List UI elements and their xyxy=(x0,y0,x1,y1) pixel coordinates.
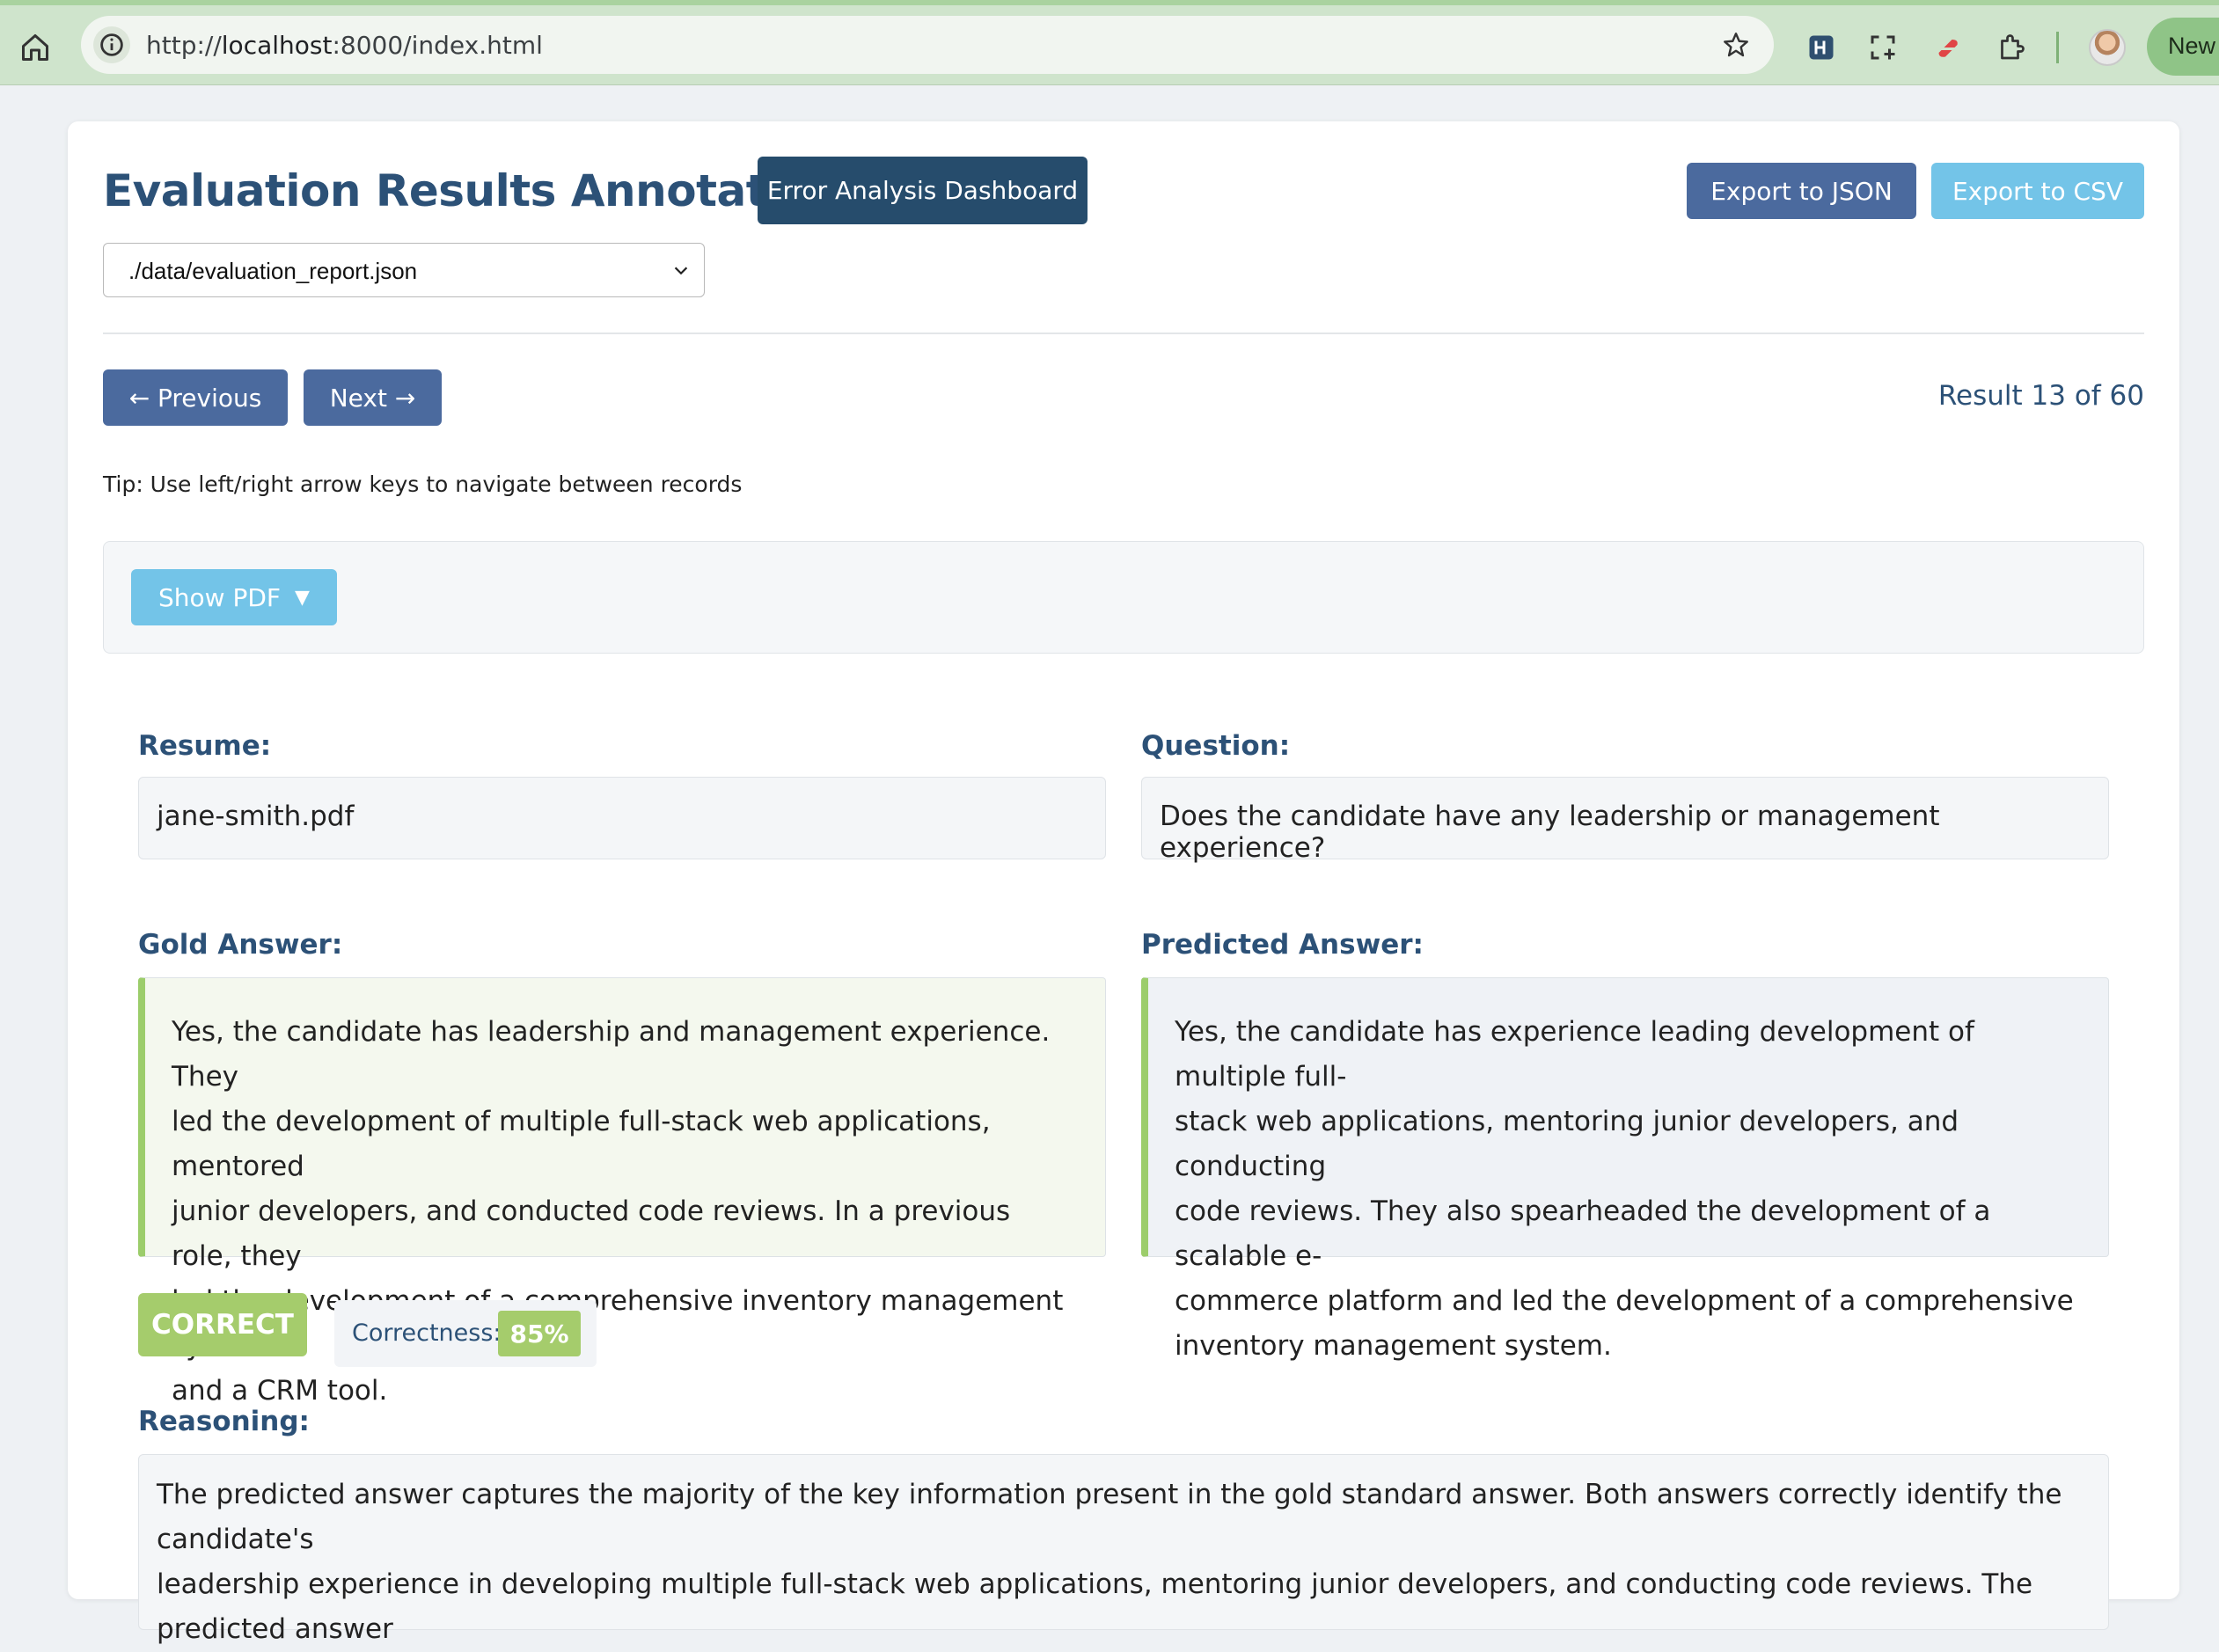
page-title: Evaluation Results Annotator xyxy=(103,165,818,216)
predicted-answer-box: Yes, the candidate has experience leadin… xyxy=(1141,977,2109,1362)
site-info-icon[interactable] xyxy=(93,26,130,63)
export-json-button[interactable]: Export to JSON xyxy=(1687,163,1916,219)
reasoning-line: leadership experience in developing mult… xyxy=(157,1568,2033,1645)
verdict-badge: CORRECT xyxy=(138,1293,307,1356)
file-select[interactable]: ./data/evaluation_report.json xyxy=(103,243,705,297)
extension-h-icon[interactable] xyxy=(1805,32,1837,63)
resume-value: jane-smith.pdf xyxy=(138,777,1106,859)
profile-avatar[interactable] xyxy=(2089,29,2126,66)
navigation-tip: Tip: Use left/right arrow keys to naviga… xyxy=(103,471,743,497)
gold-answer-box: Yes, the candidate has leadership and ma… xyxy=(138,977,1106,1407)
url-text: http://localhost:8000/index.html xyxy=(146,31,543,60)
new-tab-button[interactable]: New xyxy=(2147,18,2219,76)
reasoning-line: The predicted answer captures the majori… xyxy=(157,1479,2062,1555)
correctness-value: 85% xyxy=(498,1311,581,1356)
show-pdf-label: Show PDF xyxy=(158,582,282,612)
export-csv-button[interactable]: Export to CSV xyxy=(1931,163,2144,219)
show-pdf-button[interactable]: Show PDF ▼ xyxy=(131,569,337,625)
reasoning-label: Reasoning: xyxy=(138,1406,310,1437)
screenshot-add-icon[interactable] xyxy=(1867,32,1899,63)
gold-answer-line: led the development of a comprehensive i… xyxy=(172,1285,1064,1362)
previous-button[interactable]: ← Previous xyxy=(103,369,288,426)
next-button[interactable]: Next → xyxy=(304,369,442,426)
toolbar-separator xyxy=(2056,32,2059,63)
correctness-label: Correctness: xyxy=(352,1319,502,1347)
bookmark-star-icon[interactable] xyxy=(1721,30,1751,60)
gold-answer-line: led the development of multiple full-sta… xyxy=(172,1106,991,1182)
address-bar[interactable]: http://localhost:8000/index.html xyxy=(81,16,1774,74)
resume-label: Resume: xyxy=(138,730,272,762)
predicted-answer-line: code reviews. They also spearheaded the … xyxy=(1175,1195,1991,1272)
file-select-value: ./data/evaluation_report.json xyxy=(128,258,418,284)
predicted-answer-line: inventory management system. xyxy=(1175,1330,1612,1362)
predicted-answer-line: stack web applications, mentoring junior… xyxy=(1175,1106,1959,1182)
triangle-down-icon: ▼ xyxy=(295,586,310,609)
chevron-down-icon xyxy=(674,267,688,275)
question-value: Does the candidate have any leadership o… xyxy=(1141,777,2109,864)
annotator-card: Evaluation Results Annotator Error Analy… xyxy=(68,121,2179,1645)
correctness-score: Correctness: 85% xyxy=(334,1300,597,1367)
pdf-panel: Show PDF ▼ xyxy=(103,541,2144,654)
browser-toolbar: http://localhost:8000/index.html New xyxy=(0,0,2219,85)
predicted-answer-line: commerce platform and led the developmen… xyxy=(1175,1285,2074,1317)
question-label: Question: xyxy=(1141,730,1291,762)
extensions-puzzle-icon[interactable] xyxy=(1996,32,2027,63)
gold-answer-line: Yes, the candidate has leadership and ma… xyxy=(172,1016,1051,1093)
extension-red-icon[interactable] xyxy=(1932,32,1964,63)
predicted-answer-line: Yes, the candidate has experience leadin… xyxy=(1175,1016,1974,1093)
gold-answer-line: junior developers, and conducted code re… xyxy=(172,1195,1011,1272)
result-counter: Result 13 of 60 xyxy=(1937,380,2144,412)
predicted-answer-label: Predicted Answer: xyxy=(1141,929,1424,961)
reasoning-box: The predicted answer captures the majori… xyxy=(138,1454,2109,1645)
gold-answer-label: Gold Answer: xyxy=(138,929,343,961)
header-divider xyxy=(103,333,2144,334)
home-icon[interactable] xyxy=(19,32,51,63)
error-analysis-dashboard-button[interactable]: Error Analysis Dashboard xyxy=(758,157,1088,224)
